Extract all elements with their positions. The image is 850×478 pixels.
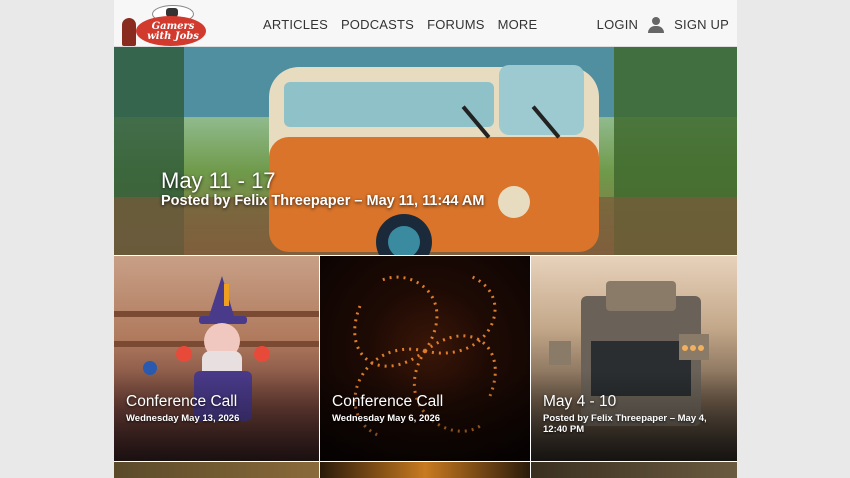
person-silhouette-icon: [122, 18, 136, 46]
nav-podcasts[interactable]: PODCASTS: [341, 17, 414, 33]
site-logo[interactable]: Gamers with Jobs: [122, 4, 208, 46]
user-icon-body: [648, 26, 665, 33]
nav-more[interactable]: MORE: [498, 17, 538, 33]
article-card[interactable]: May 4 - 10 Posted by Felix Threepaper – …: [531, 256, 737, 461]
nav-forums[interactable]: FORUMS: [427, 17, 485, 33]
article-card[interactable]: Conference Call Wednesday May 6, 2026: [320, 256, 530, 461]
card-title[interactable]: Conference Call: [332, 393, 443, 411]
hero-byline: Posted by Felix Threepaper – May 11, 11:…: [161, 193, 485, 209]
card-byline: Posted by Felix Threepaper – May 4, 12:4…: [543, 413, 707, 435]
hero-illustration: [114, 47, 737, 255]
article-card-partial[interactable]: [531, 462, 737, 478]
card-date: Wednesday May 13, 2026: [126, 413, 240, 424]
card-title[interactable]: May 4 - 10: [543, 393, 616, 411]
signup-link[interactable]: SIGN UP: [674, 17, 729, 33]
login-link[interactable]: LOGIN: [597, 17, 638, 33]
card-title[interactable]: Conference Call: [126, 393, 237, 411]
page: Gamers with Jobs ARTICLES PODCASTS FORUM…: [114, 0, 737, 478]
article-card-partial[interactable]: [320, 462, 530, 478]
auth-links: LOGIN SIGN UP: [597, 17, 729, 33]
article-card-partial[interactable]: [114, 462, 319, 478]
logo-text: Gamers with Jobs: [144, 22, 202, 42]
hero-title[interactable]: May 11 - 17: [161, 168, 276, 194]
user-icon[interactable]: [648, 17, 665, 33]
logo-text-line2: with Jobs: [147, 31, 199, 42]
nav-articles[interactable]: ARTICLES: [263, 17, 328, 33]
hero-article[interactable]: May 11 - 17 Posted by Felix Threepaper –…: [114, 47, 737, 255]
article-card[interactable]: Conference Call Wednesday May 13, 2026: [114, 256, 319, 461]
main-nav: ARTICLES PODCASTS FORUMS MORE: [263, 17, 537, 33]
user-icon-head: [652, 17, 661, 25]
card-date: Wednesday May 6, 2026: [332, 413, 441, 424]
site-header: Gamers with Jobs ARTICLES PODCASTS FORUM…: [114, 0, 737, 47]
